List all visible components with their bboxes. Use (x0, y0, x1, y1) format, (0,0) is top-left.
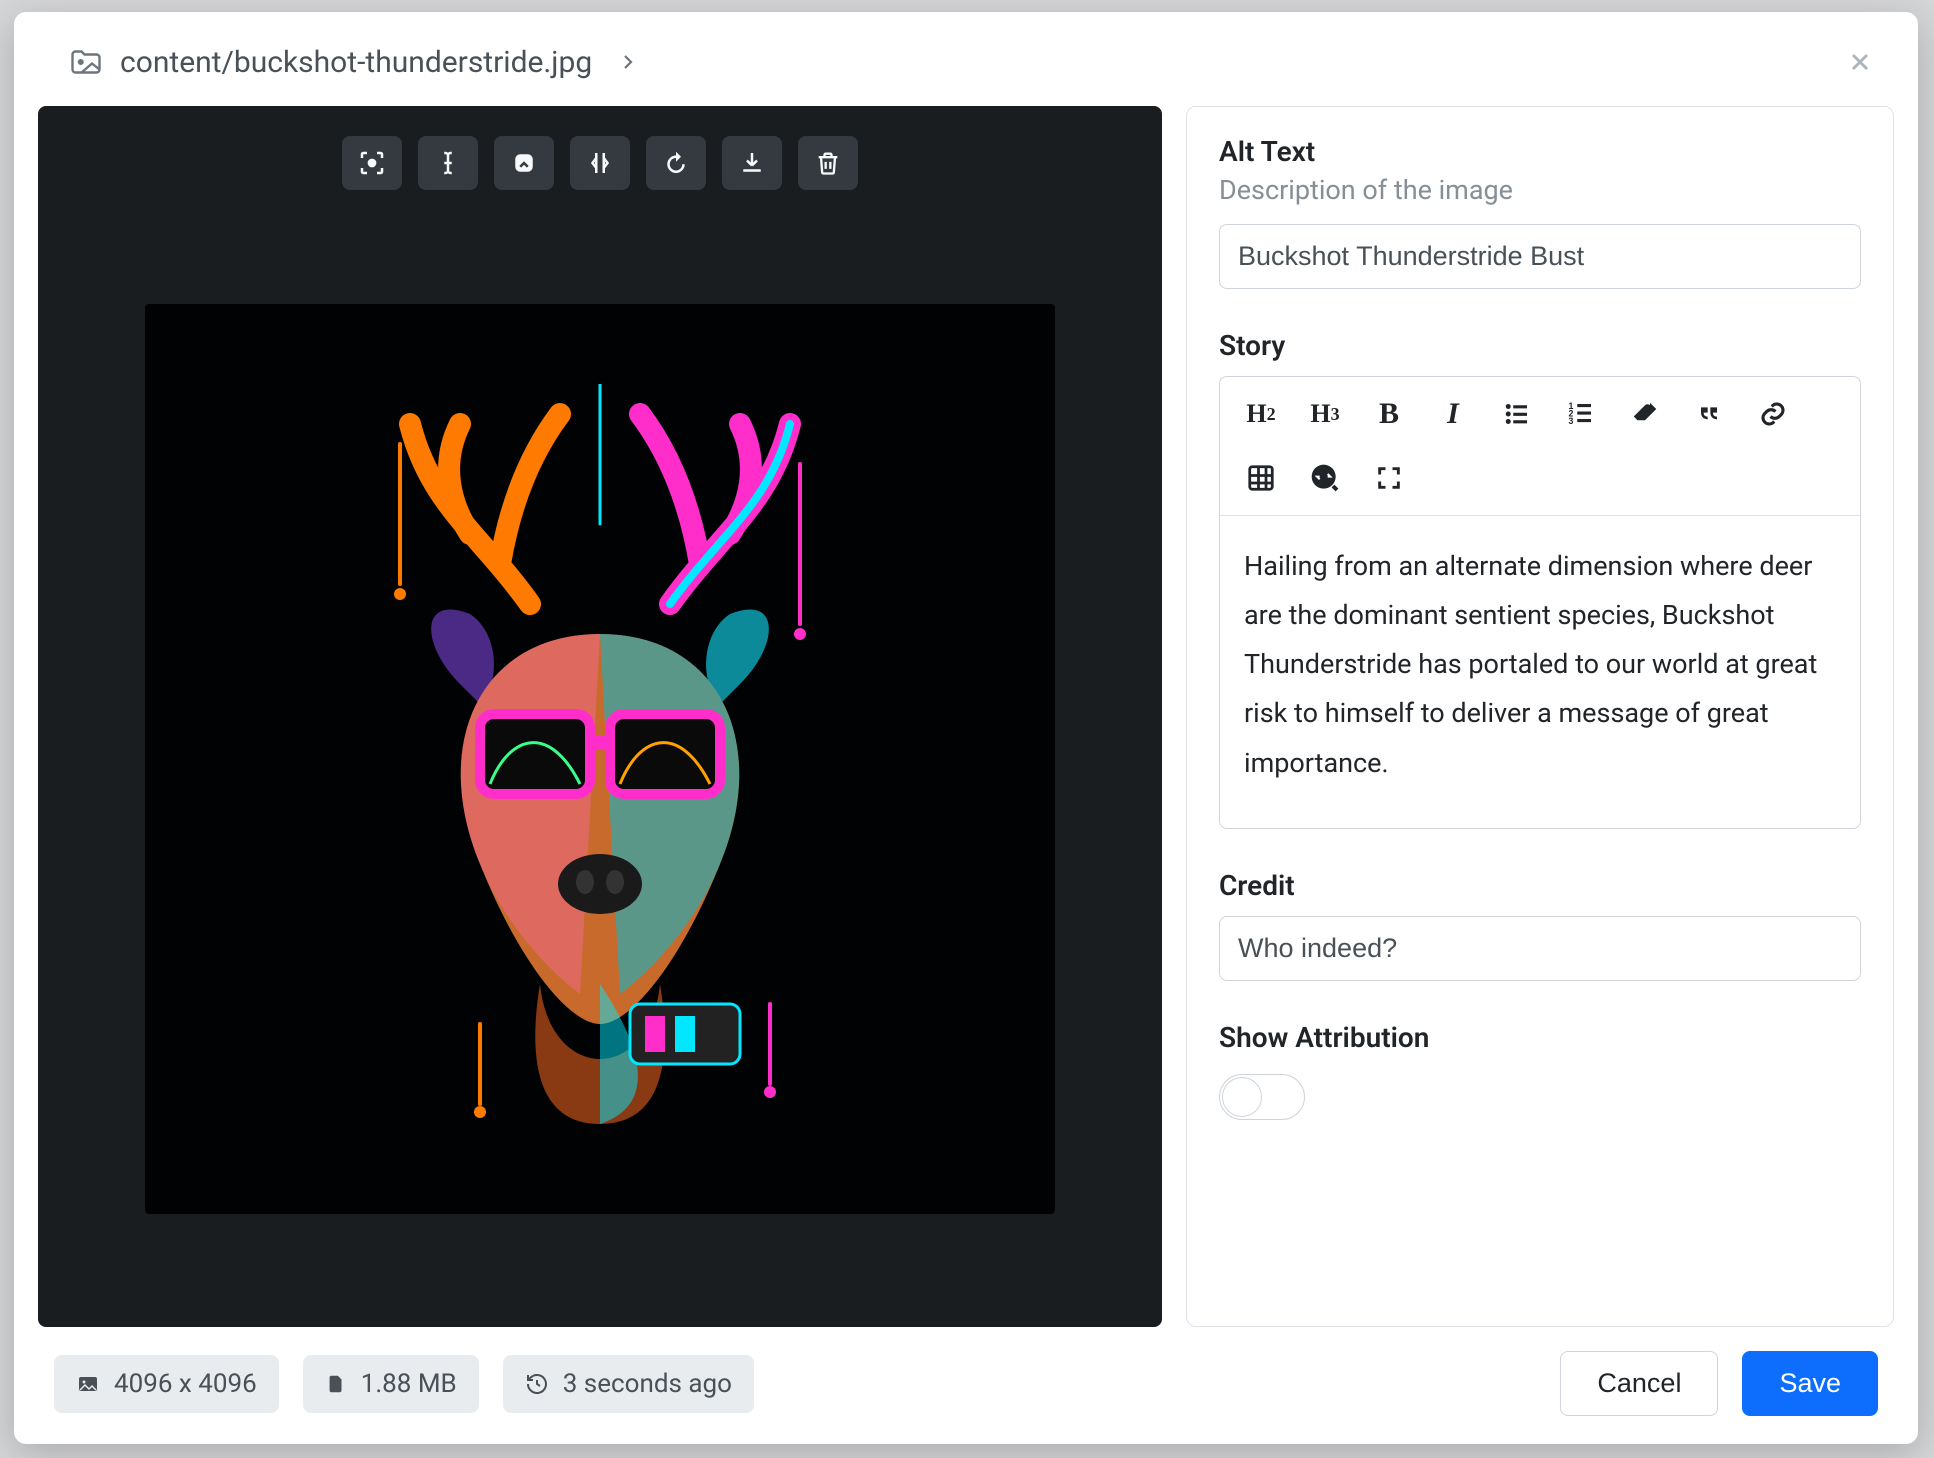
filesize-chip: 1.88 MB (303, 1355, 479, 1413)
ordered-list-button[interactable]: 123 (1562, 395, 1600, 433)
bold-button[interactable]: B (1370, 395, 1408, 433)
filesize-value: 1.88 MB (361, 1369, 457, 1399)
quote-button[interactable] (1690, 395, 1728, 433)
h2-button[interactable]: H2 (1242, 395, 1280, 433)
save-button[interactable]: Save (1742, 1351, 1878, 1416)
rotate-button[interactable] (646, 136, 706, 190)
preview-image-container (38, 210, 1162, 1327)
dimensions-chip: 4096 x 4096 (54, 1355, 279, 1413)
dimensions-icon (76, 1372, 100, 1396)
credit-label: Credit (1219, 869, 1861, 902)
editor-toolbar: H2 H3 B I 123 (1220, 377, 1860, 516)
metadata-form: Alt Text Description of the image Story … (1186, 106, 1894, 1327)
breadcrumb-path[interactable]: content/buckshot-thunderstride.jpg (120, 45, 592, 80)
alt-text-label: Alt Text (1219, 135, 1861, 168)
unordered-list-button[interactable] (1498, 395, 1536, 433)
attribution-toggle[interactable] (1219, 1074, 1305, 1120)
code-search-button[interactable] (1306, 459, 1344, 497)
history-icon (525, 1372, 549, 1396)
deer-illustration (300, 384, 900, 1134)
text-cursor-button[interactable] (418, 136, 478, 190)
dimensions-value: 4096 x 4096 (114, 1369, 257, 1399)
toggle-knob (1222, 1077, 1262, 1117)
footer-actions: Cancel Save (1560, 1351, 1878, 1416)
h3-button[interactable]: H3 (1306, 395, 1344, 433)
updated-chip: 3 seconds ago (503, 1355, 754, 1413)
filesize-icon (325, 1373, 347, 1395)
svg-text:3: 3 (1569, 416, 1574, 426)
folder-image-icon (68, 44, 104, 80)
eraser-button[interactable] (1626, 395, 1664, 433)
crop-button[interactable] (494, 136, 554, 190)
preview-image[interactable] (145, 304, 1055, 1214)
modal-header: content/buckshot-thunderstride.jpg (14, 12, 1918, 106)
image-preview-pane (38, 106, 1162, 1327)
story-textarea[interactable]: Hailing from an alternate dimension wher… (1220, 516, 1860, 828)
alt-text-sublabel: Description of the image (1219, 174, 1861, 206)
chevron-right-icon (616, 50, 640, 74)
modal-body: Alt Text Description of the image Story … (14, 106, 1918, 1327)
asset-editor-modal: content/buckshot-thunderstride.jpg (14, 12, 1918, 1444)
focal-point-button[interactable] (342, 136, 402, 190)
close-button[interactable] (1842, 44, 1878, 80)
link-button[interactable] (1754, 395, 1792, 433)
story-editor: H2 H3 B I 123 (1219, 376, 1861, 829)
expand-button[interactable] (1370, 459, 1408, 497)
alt-text-input[interactable] (1219, 224, 1861, 289)
preview-toolbar (38, 106, 1162, 210)
credit-input[interactable] (1219, 916, 1861, 981)
delete-button[interactable] (798, 136, 858, 190)
cancel-button[interactable]: Cancel (1560, 1351, 1718, 1416)
download-button[interactable] (722, 136, 782, 190)
modal-footer: 4096 x 4096 1.88 MB 3 seconds ago Cancel… (14, 1327, 1918, 1444)
flip-button[interactable] (570, 136, 630, 190)
updated-value: 3 seconds ago (563, 1369, 732, 1399)
italic-button[interactable]: I (1434, 395, 1472, 433)
attribution-label: Show Attribution (1219, 1021, 1861, 1054)
table-button[interactable] (1242, 459, 1280, 497)
story-label: Story (1219, 329, 1861, 362)
